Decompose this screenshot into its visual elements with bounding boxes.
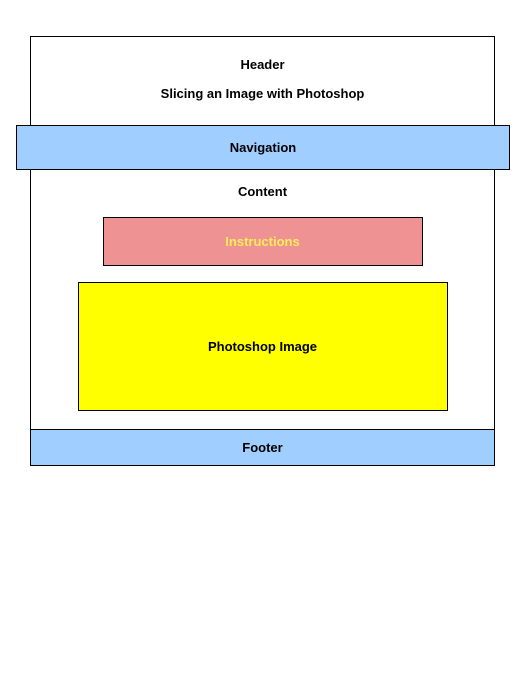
content-region: Content Instructions Photoshop Image <box>30 169 495 430</box>
navigation-label: Navigation <box>17 140 509 155</box>
photoshop-image-region: Photoshop Image <box>78 282 448 411</box>
navigation-region: Navigation <box>16 125 510 170</box>
content-label: Content <box>31 184 494 199</box>
instructions-label: Instructions <box>104 234 422 249</box>
photoshop-image-label: Photoshop Image <box>79 339 447 354</box>
layout-diagram: Header Slicing an Image with Photoshop N… <box>30 36 495 466</box>
header-subtitle: Slicing an Image with Photoshop <box>31 86 494 101</box>
header-region: Header Slicing an Image with Photoshop <box>30 36 495 126</box>
footer-label: Footer <box>31 440 494 455</box>
header-title: Header <box>31 57 494 72</box>
instructions-region: Instructions <box>103 217 423 266</box>
footer-region: Footer <box>30 429 495 466</box>
